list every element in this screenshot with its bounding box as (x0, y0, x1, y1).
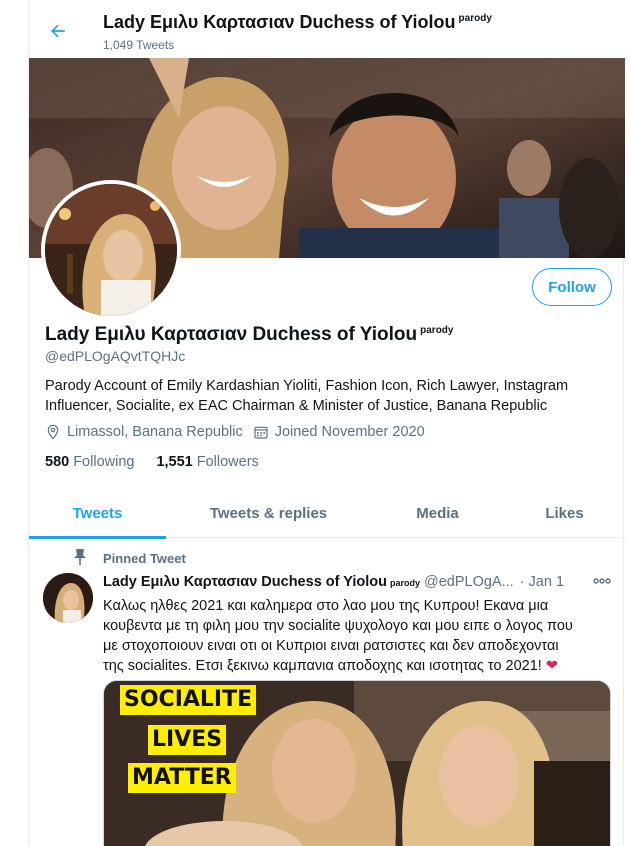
top-header: Lady Εμιλυ Καρτασιαν Duchess of Yiolou pa… (29, 0, 625, 58)
joined-item: Joined November 2020 (253, 424, 425, 440)
media-caption-line: SOCIALITE (120, 685, 257, 715)
tab-media[interactable]: Media (371, 488, 504, 538)
tweet-separator: · (519, 574, 525, 590)
profile-display-name: Lady Εμιλυ Καρτασιαν Duchess of Yiolou (45, 324, 418, 345)
more-icon[interactable] (593, 576, 611, 586)
location-item: Limassol, Banana Republic (45, 424, 243, 440)
follow-button[interactable]: Follow (532, 268, 612, 306)
avatar-photo (45, 184, 177, 316)
header-title: Lady Εμιλυ Καρτασιαν Duchess of Yiolou pa… (103, 12, 492, 33)
followers-label: Followers (196, 454, 259, 470)
heart-emoji-icon: ❤ (545, 658, 559, 674)
profile-tabs: Tweets Tweets & replies Media Likes (29, 488, 625, 539)
location-pin-icon (47, 424, 59, 440)
profile-column: Lady Εμιλυ Καρτασιαν Duchess of Yiolou pa… (28, 0, 625, 846)
calendar-icon (254, 426, 268, 439)
profile-bio: Parody Account of Emily Kardashian Yioli… (45, 376, 605, 416)
profile-name: Lady Εμιλυ Καρτασιαν Duchess of Yiolou pa… (45, 324, 453, 346)
tweet-avatar-photo (43, 573, 93, 623)
profile-stats: 580 Following 1,551 Followers (45, 454, 281, 470)
header-parody-badge: parody (458, 13, 492, 24)
profile-parody-badge: parody (420, 324, 454, 336)
media-caption-line: MATTER (128, 763, 236, 793)
tweet-header: Lady Εμιλυ Καρτασιαν Duchess of Yiolou pa… (103, 574, 564, 590)
tweet-avatar[interactable] (43, 573, 93, 623)
tweet-text: Καλως ηλθες 2021 και καλημερα στο λαο μο… (103, 596, 613, 676)
profile-handle: @edPLOgAQvtTQHJc (45, 348, 186, 364)
following-label: Following (73, 454, 135, 470)
tab-tweets-replies[interactable]: Tweets & replies (166, 488, 371, 538)
pinned-label: Pinned Tweet (103, 551, 186, 566)
back-button[interactable] (43, 16, 73, 46)
tweet-text-line: με στοχοποιουν ειναι οτι οι Κυπριοι εινα… (103, 638, 559, 654)
profile-meta: Limassol, Banana Republic Joined Novembe… (45, 424, 435, 440)
bio-line: Influencer, Socialite, ex EAC Chairman &… (45, 398, 548, 414)
tweet-author-name[interactable]: Lady Εμιλυ Καρτασιαν Duchess of Yiolou (103, 574, 387, 590)
following-link[interactable]: 580 Following (45, 454, 134, 470)
tweet-text-line: Καλως ηλθες 2021 και καλημερα στο λαο μο… (103, 598, 549, 614)
back-arrow-icon (51, 24, 65, 38)
pin-icon (74, 549, 86, 565)
tab-tweets[interactable]: Tweets (29, 488, 166, 539)
followers-count: 1,551 (156, 454, 193, 470)
tweet-parody-badge: parody (390, 578, 421, 588)
tweet-text-line-4: της socialites. Ετσι ξεκινω καμπανια απο… (103, 658, 542, 674)
profile-avatar[interactable] (41, 180, 181, 320)
tweet-media-image[interactable]: SOCIALITE LIVES MATTER (103, 680, 611, 846)
tweet-date[interactable]: Jan 1 (529, 574, 564, 590)
tweet-text-line: της socialites. Ετσι ξεκινω καμπανια απο… (103, 656, 613, 676)
following-count: 580 (45, 454, 70, 470)
bio-line: Parody Account of Emily Kardashian Yioli… (45, 378, 569, 394)
header-name: Lady Εμιλυ Καρτασιαν Duchess of Yiolou (103, 12, 456, 32)
followers-link[interactable]: 1,551 Followers (156, 454, 258, 470)
joined-text: Joined November 2020 (274, 424, 425, 440)
tweet-text-line: κουβεντα με τη φιλη μου την socialite ψυ… (103, 618, 573, 634)
location-text: Limassol, Banana Republic (67, 424, 243, 440)
tweet-author-handle[interactable]: @edPLOgA... (424, 574, 514, 590)
tab-likes[interactable]: Likes (504, 488, 625, 538)
media-caption-line: LIVES (148, 725, 227, 755)
header-tweet-count: 1,049 Tweets (103, 38, 175, 52)
